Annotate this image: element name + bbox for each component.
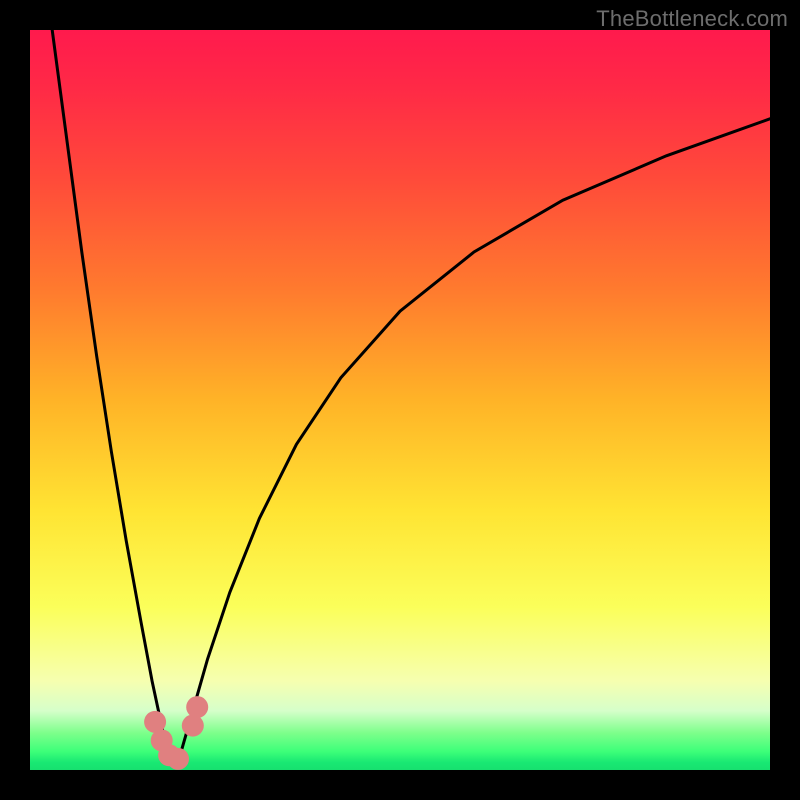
curves-layer: [30, 30, 770, 770]
highlight-marker: [186, 696, 208, 718]
watermark-label: TheBottleneck.com: [596, 6, 788, 32]
curve-left-branch: [52, 30, 170, 763]
highlight-markers: [144, 696, 208, 770]
highlight-marker: [167, 748, 189, 770]
bottleneck-curve: [52, 30, 770, 763]
highlight-marker: [182, 715, 204, 737]
chart-frame: TheBottleneck.com: [0, 0, 800, 800]
curve-right-branch: [178, 119, 770, 763]
plot-area: [30, 30, 770, 770]
